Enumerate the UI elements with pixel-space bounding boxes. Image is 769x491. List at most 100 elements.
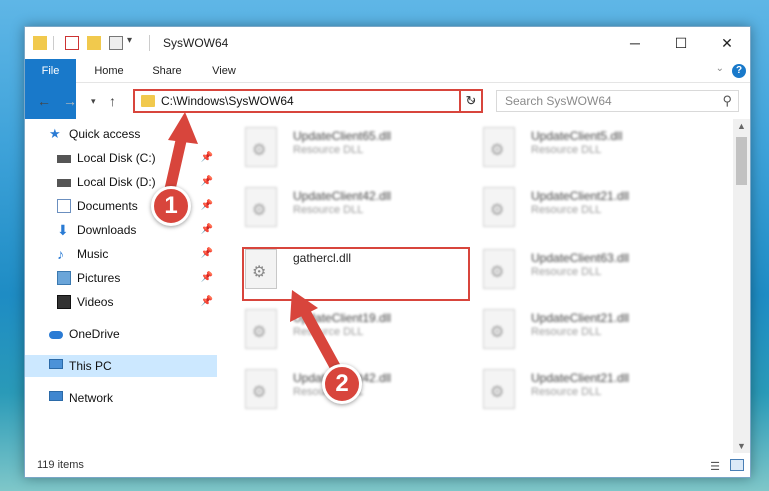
pin-icon[interactable]: 📌 (201, 171, 213, 193)
sidebar-item-network[interactable]: Network (25, 387, 217, 409)
gear-icon: ⚙ (252, 142, 267, 159)
file-name: UpdateClient21.dll (531, 311, 630, 325)
sidebar-item-onedrive[interactable]: OneDrive (25, 323, 217, 345)
sidebar-item-music[interactable]: ♪ Music 📌 (25, 243, 217, 265)
search-icon: ⚲ (722, 93, 732, 108)
file-type: Resource DLL (531, 266, 602, 278)
dll-file-icon: ⚙ (483, 127, 515, 167)
recent-locations-icon[interactable]: ▾ (91, 96, 96, 107)
file-type: Resource DLL (293, 326, 364, 338)
folder-icon (141, 95, 155, 107)
file-type: Resource DLL (531, 204, 602, 216)
pin-icon[interactable]: 📌 (201, 243, 213, 265)
file-name: UpdateClient19.dll (293, 311, 392, 325)
file-item[interactable]: ⚙ UpdateClient19.dll Resource DLL (225, 307, 455, 367)
step-badge-2: 2 (322, 364, 362, 404)
properties-icon[interactable] (65, 36, 79, 50)
separator (149, 35, 150, 51)
folder-icon[interactable] (33, 36, 47, 50)
vertical-scrollbar[interactable]: ▲ ▼ (733, 119, 750, 453)
file-item[interactable]: ⚙ UpdateClient42.dll Resource DLL (225, 185, 455, 245)
file-item[interactable]: ⚙ UpdateClient65.dll Resource DLL (225, 125, 455, 185)
title-bar: ▾ SysWOW64 ─ ☐ ✕ (25, 27, 750, 59)
gear-icon: ⚙ (490, 142, 505, 159)
customize-toolbar-icon[interactable] (109, 36, 123, 50)
file-name: UpdateClient5.dll (531, 129, 623, 143)
close-button[interactable]: ✕ (704, 27, 750, 59)
large-icons-view-icon[interactable] (730, 459, 744, 471)
gear-icon: ⚙ (490, 264, 505, 281)
file-type: Resource DLL (293, 144, 364, 156)
sidebar-item-videos[interactable]: Videos 📌 (25, 291, 217, 313)
download-icon: ⬇ (57, 222, 69, 238)
sidebar-item-downloads[interactable]: ⬇ Downloads 📌 (25, 219, 217, 241)
file-item[interactable]: ⚙ UpdateClient21.dll Resource DLL (463, 367, 693, 427)
pin-icon[interactable]: 📌 (201, 195, 213, 217)
cloud-icon (49, 331, 63, 339)
file-name: UpdateClient21.dll (531, 189, 630, 203)
maximize-button[interactable]: ☐ (658, 27, 704, 59)
sidebar-item-label: Documents (77, 199, 138, 213)
back-arrow-icon[interactable]: ← (37, 93, 51, 109)
pin-icon[interactable]: 📌 (201, 291, 213, 313)
dll-file-icon: ⚙ (483, 187, 515, 227)
explorer-window: ▾ SysWOW64 ─ ☐ ✕ File Home Share View ⌄ … (24, 26, 751, 478)
chevron-down-icon[interactable]: ⌄ (716, 63, 724, 74)
sidebar-item-label: This PC (69, 359, 112, 373)
new-folder-icon[interactable] (87, 36, 101, 50)
scroll-thumb[interactable] (736, 137, 747, 185)
sidebar-item-pictures[interactable]: Pictures 📌 (25, 267, 217, 289)
search-placeholder: Search SysWOW64 (505, 94, 612, 108)
pin-icon[interactable]: 📌 (201, 147, 213, 169)
drive-icon (57, 155, 71, 163)
dll-file-icon: ⚙ (245, 187, 277, 227)
sidebar-item-label: Local Disk (D:) (77, 175, 156, 189)
help-icon[interactable]: ? (732, 64, 746, 78)
forward-arrow-icon[interactable]: → (63, 93, 77, 109)
file-item[interactable]: ⚙ UpdateClient63.dll Resource DLL (463, 247, 693, 307)
sidebar-item-label: Music (77, 247, 109, 261)
tab-home[interactable]: Home (83, 59, 135, 83)
sidebar-item-label: Pictures (77, 271, 121, 285)
address-path: C:\Windows\SysWOW64 (161, 94, 294, 108)
sidebar-item-this-pc[interactable]: This PC (25, 355, 217, 377)
file-type: Resource DLL (531, 386, 602, 398)
tab-share[interactable]: Share (141, 59, 193, 83)
tab-view[interactable]: View (199, 59, 249, 83)
file-item[interactable]: ⚙ UpdateClient21.dll Resource DLL (463, 307, 693, 367)
dll-file-icon: ⚙ (483, 369, 515, 409)
file-item[interactable]: ⚙ UpdateClient21.dll Resource DLL (463, 185, 693, 245)
sidebar-item-quick-access[interactable]: ★ Quick access (25, 123, 217, 145)
sidebar-item-label: Quick access (69, 127, 141, 141)
ribbon: File Home Share View ⌄ ? (25, 59, 750, 119)
network-icon (49, 391, 63, 401)
drive-icon (57, 179, 71, 187)
dll-file-icon: ⚙ (245, 309, 277, 349)
gear-icon: ⚙ (252, 324, 267, 341)
minimize-button[interactable]: ─ (612, 27, 658, 59)
pin-icon[interactable]: 📌 (201, 219, 213, 241)
refresh-button[interactable]: ↻ (459, 89, 483, 113)
documents-icon (57, 199, 71, 213)
file-type: Resource DLL (531, 326, 602, 338)
sidebar-item-local-disk-c[interactable]: Local Disk (C:) 📌 (25, 147, 217, 169)
file-name: UpdateClient63.dll (531, 251, 630, 265)
search-input[interactable]: Search SysWOW64 ⚲ (496, 90, 739, 112)
sidebar-item-local-disk-d[interactable]: Local Disk (D:) 📌 (25, 171, 217, 193)
separator (53, 36, 54, 50)
scroll-up-icon[interactable]: ▲ (737, 121, 746, 131)
status-bar: 119 items ☰ (25, 455, 750, 477)
gear-icon: ⚙ (490, 202, 505, 219)
address-bar[interactable]: C:\Windows\SysWOW64 ⌄ (133, 89, 483, 113)
videos-icon (57, 295, 71, 309)
navigation-pane: ★ Quick access Local Disk (C:) 📌 Local D… (25, 123, 217, 453)
pictures-icon (57, 271, 71, 285)
scroll-down-icon[interactable]: ▼ (737, 441, 746, 451)
details-view-icon[interactable]: ☰ (710, 460, 720, 473)
pin-icon[interactable]: 📌 (201, 267, 213, 289)
up-arrow-icon[interactable]: ↑ (109, 93, 116, 109)
gear-icon: ⚙ (490, 384, 505, 401)
file-item[interactable]: ⚙ UpdateClient5.dll Resource DLL (463, 125, 693, 185)
dropdown-arrow-icon[interactable]: ▾ (127, 35, 132, 46)
navigation-bar: ← → ▾ ↑ C:\Windows\SysWOW64 ⌄ ↻ Search S… (25, 85, 750, 117)
